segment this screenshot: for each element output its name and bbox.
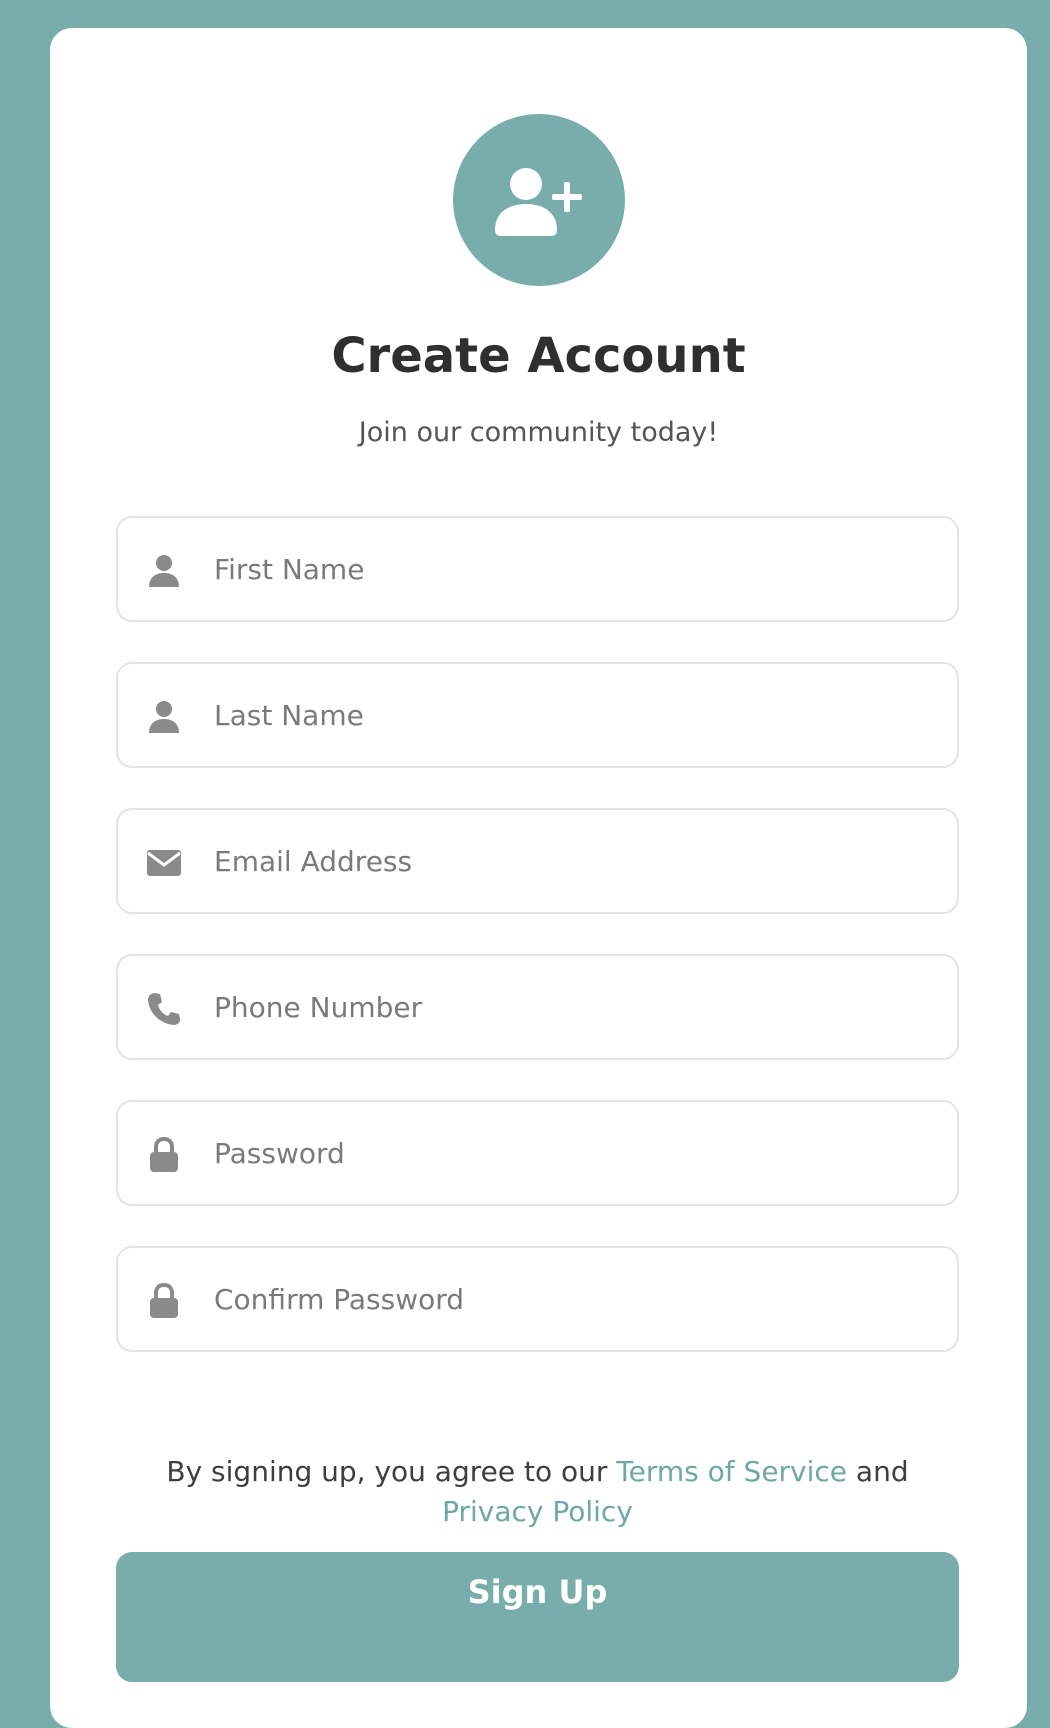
password-field [116,1100,959,1206]
last-name-field [116,662,959,768]
email-field [116,808,959,914]
last-name-input[interactable] [214,664,934,766]
first-name-field [116,516,959,622]
user-icon [144,551,184,591]
lock-icon [144,1281,184,1321]
terms-notice: By signing up, you agree to our Terms of… [116,1452,959,1532]
phone-field [116,954,959,1060]
phone-input[interactable] [214,956,934,1058]
signup-card: Create Account Join our community today! [50,28,1027,1728]
first-name-input[interactable] [214,518,934,620]
email-input[interactable] [214,810,934,912]
user-plus-icon [495,168,582,236]
envelope-icon [144,843,184,883]
terms-prefix: By signing up, you agree to our [166,1455,617,1488]
phone-icon [144,989,184,1029]
terms-of-service-link[interactable]: Terms of Service [616,1455,847,1488]
lock-icon [144,1135,184,1175]
confirm-password-input[interactable] [214,1248,934,1350]
sign-up-button[interactable]: Sign Up [116,1552,959,1682]
confirm-password-field [116,1246,959,1352]
avatar-badge [453,114,625,286]
page-subtitle: Join our community today! [358,417,719,448]
terms-joiner: and [847,1455,909,1488]
user-icon [144,697,184,737]
page-title: Create Account [331,328,746,384]
privacy-policy-link[interactable]: Privacy Policy [442,1495,633,1528]
password-input[interactable] [214,1102,934,1204]
